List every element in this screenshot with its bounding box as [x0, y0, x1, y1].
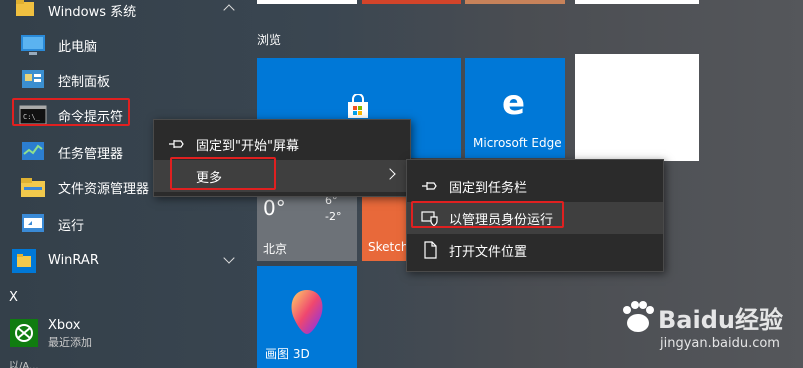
tile-weather[interactable]: 0° 6° -2° 北京: [257, 186, 357, 261]
weather-low: -2°: [325, 210, 342, 223]
app-item-label: 文件资源管理器: [58, 181, 150, 197]
tile-partial-top-2[interactable]: [362, 0, 461, 4]
tile-label: 画图 3D: [265, 347, 310, 361]
watermark-brand: Baidu经验: [658, 306, 783, 334]
app-item-label: 任务管理器: [58, 146, 124, 162]
group-header-windows-system[interactable]: Windows 系统: [0, 0, 245, 24]
folder-icon: [10, 247, 38, 275]
letter-header-partial[interactable]: 以/A...: [9, 360, 39, 368]
pin-icon: [421, 177, 439, 195]
run-icon: [18, 210, 48, 238]
tile-partial-top-3[interactable]: [465, 0, 565, 4]
chevron-down-icon[interactable]: [223, 252, 235, 264]
tile-edge[interactable]: e Microsoft Edge: [465, 58, 565, 158]
tile-paint-3d[interactable]: 画图 3D: [257, 266, 357, 368]
tile-blank-white[interactable]: [575, 54, 699, 161]
tile-group-title[interactable]: 浏览: [257, 31, 281, 48]
weather-city: 北京: [263, 242, 288, 256]
tile-label: Microsoft Edge: [473, 136, 562, 150]
app-item-run[interactable]: 运行: [0, 207, 245, 241]
file-location-icon: [421, 241, 439, 259]
tile-label: Sketch: [368, 240, 409, 254]
svg-text:e: e: [502, 86, 525, 118]
group-label: Windows 系统: [48, 5, 137, 20]
tile-partial-top-4[interactable]: [575, 0, 699, 4]
chevron-right-icon: [384, 168, 396, 180]
file-explorer-icon: [18, 173, 48, 201]
baidu-jingyan-watermark: Baidu经验 jingyan.baidu.com: [614, 298, 789, 358]
task-manager-icon: [18, 138, 48, 166]
app-item-label: 运行: [58, 218, 85, 234]
folder-icon: [14, 0, 36, 19]
edge-icon: e: [499, 83, 531, 123]
this-pc-icon: [18, 31, 48, 59]
pin-icon: [168, 135, 186, 153]
weather-temp: 0°: [263, 196, 286, 220]
group-header-winrar[interactable]: WinRAR: [0, 245, 245, 275]
menu-item-label: 打开文件位置: [449, 244, 528, 260]
paint-3d-icon: [287, 288, 327, 340]
menu-item-label: 固定到任务栏: [449, 180, 528, 196]
app-item-control-panel[interactable]: 控制面板: [0, 63, 245, 97]
app-item-xbox[interactable]: Xbox 最近添加: [0, 316, 245, 352]
app-item-label: 此电脑: [58, 39, 98, 55]
letter-header-x[interactable]: X: [9, 290, 18, 305]
app-item-label: Xbox: [48, 318, 81, 333]
chevron-up-icon[interactable]: [223, 4, 235, 16]
tile-partial-top-1[interactable]: [257, 0, 357, 4]
control-panel-icon: [18, 66, 48, 94]
highlight-box-cmd: [12, 98, 130, 126]
menu-item-pin-to-start[interactable]: 固定到"开始"屏幕: [154, 128, 410, 160]
group-label: WinRAR: [48, 253, 99, 268]
watermark-url: jingyan.baidu.com: [660, 336, 780, 351]
menu-item-open-file-location[interactable]: 打开文件位置: [407, 234, 663, 266]
menu-item-pin-to-taskbar[interactable]: 固定到任务栏: [407, 170, 663, 202]
app-item-label: 控制面板: [58, 74, 111, 90]
highlight-box-run-as-admin: [411, 201, 564, 228]
recently-added-label: 最近添加: [48, 336, 92, 349]
tile-sketch[interactable]: Sketch: [362, 186, 412, 261]
xbox-icon: [10, 319, 38, 347]
menu-item-label: 固定到"开始"屏幕: [196, 138, 299, 154]
baidu-paw-logo: [618, 300, 658, 338]
highlight-box-more: [170, 157, 276, 190]
app-item-this-pc[interactable]: 此电脑: [0, 28, 245, 62]
